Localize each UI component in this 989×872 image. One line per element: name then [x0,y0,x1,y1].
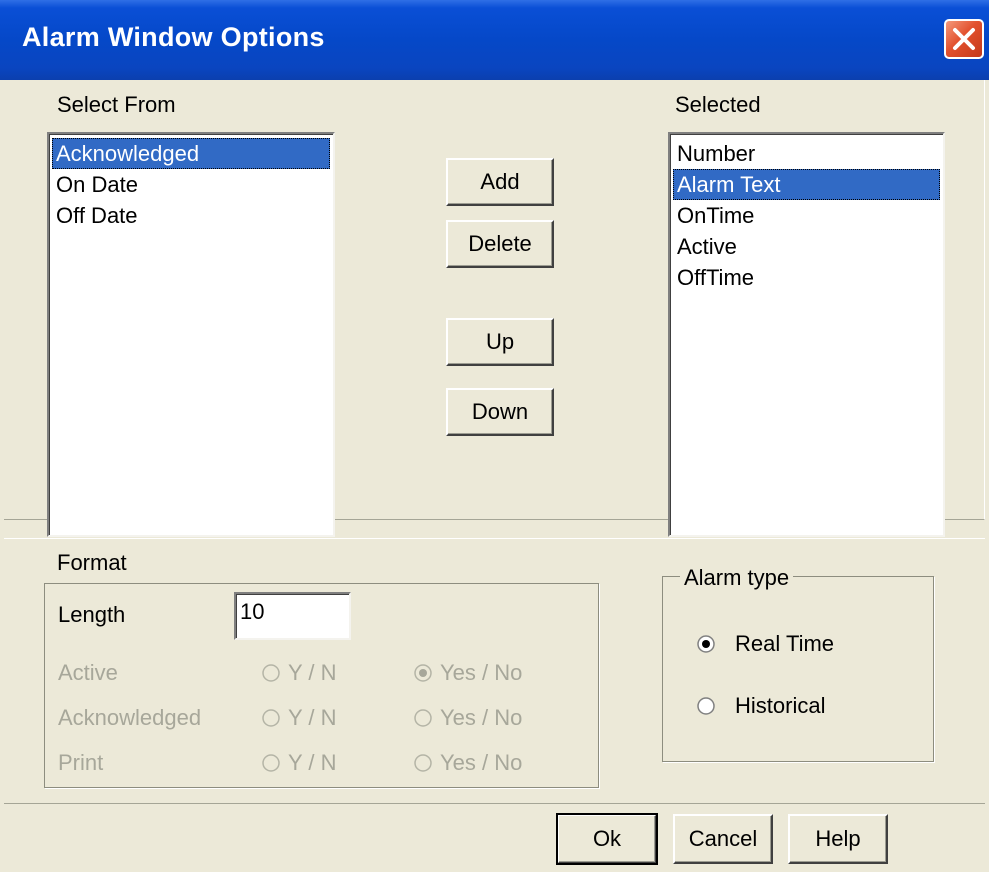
ok-button[interactable]: Ok [556,813,658,865]
close-icon [953,28,975,50]
cancel-button[interactable]: Cancel [673,814,773,864]
alarm-type-label: Alarm type [680,565,794,591]
radio-unchecked-icon [262,709,280,727]
list-item[interactable]: Off Date [52,200,330,231]
list-item[interactable]: Number [673,138,940,169]
format-option-label: Yes / No [440,660,523,685]
help-button[interactable]: Help [788,814,888,864]
list-item[interactable]: Active [673,231,940,262]
length-label: Length [58,602,126,627]
window-title: Alarm Window Options [22,22,325,52]
format-row-label: Active [58,660,118,685]
up-button[interactable]: Up [446,318,554,366]
radio-checked-icon [697,635,715,653]
format-row-label: Acknowledged [58,705,202,730]
format-option-label: Yes / No [440,750,523,775]
format-option-label: Y / N [288,750,337,775]
dialog-body: Select From Acknowledged On Date Off Date … [0,80,989,872]
radio-unchecked-icon [262,664,280,682]
down-button[interactable]: Down [446,388,554,436]
list-item[interactable]: On Date [52,169,330,200]
list-item[interactable]: OnTime [673,200,940,231]
select-from-list[interactable]: Acknowledged On Date Off Date [47,132,335,537]
format-option-label: Yes / No [440,705,523,730]
length-input[interactable]: 10 [234,592,351,640]
list-item[interactable]: OffTime [673,262,940,293]
title-bar: Alarm Window Options [0,0,989,80]
list-item[interactable]: Acknowledged [52,138,330,169]
radio-unchecked-icon [697,697,715,715]
radio-unchecked-icon [414,709,432,727]
format-row-label: Print [58,750,104,775]
selected-list[interactable]: Number Alarm Text OnTime Active OffTime [668,132,945,537]
format-option-label: Y / N [288,660,337,685]
format-label: Format [57,550,127,575]
delete-button[interactable]: Delete [446,220,554,268]
select-from-label: Select From [57,92,176,117]
list-item[interactable]: Alarm Text [673,169,940,200]
selected-label: Selected [675,92,761,117]
alarm-type-group [662,576,934,762]
radio-unchecked-icon [414,754,432,772]
format-option-label: Y / N [288,705,337,730]
close-button[interactable] [944,19,984,59]
radio-unchecked-icon [262,754,280,772]
add-button[interactable]: Add [446,158,554,206]
radio-checked-icon [414,664,432,682]
